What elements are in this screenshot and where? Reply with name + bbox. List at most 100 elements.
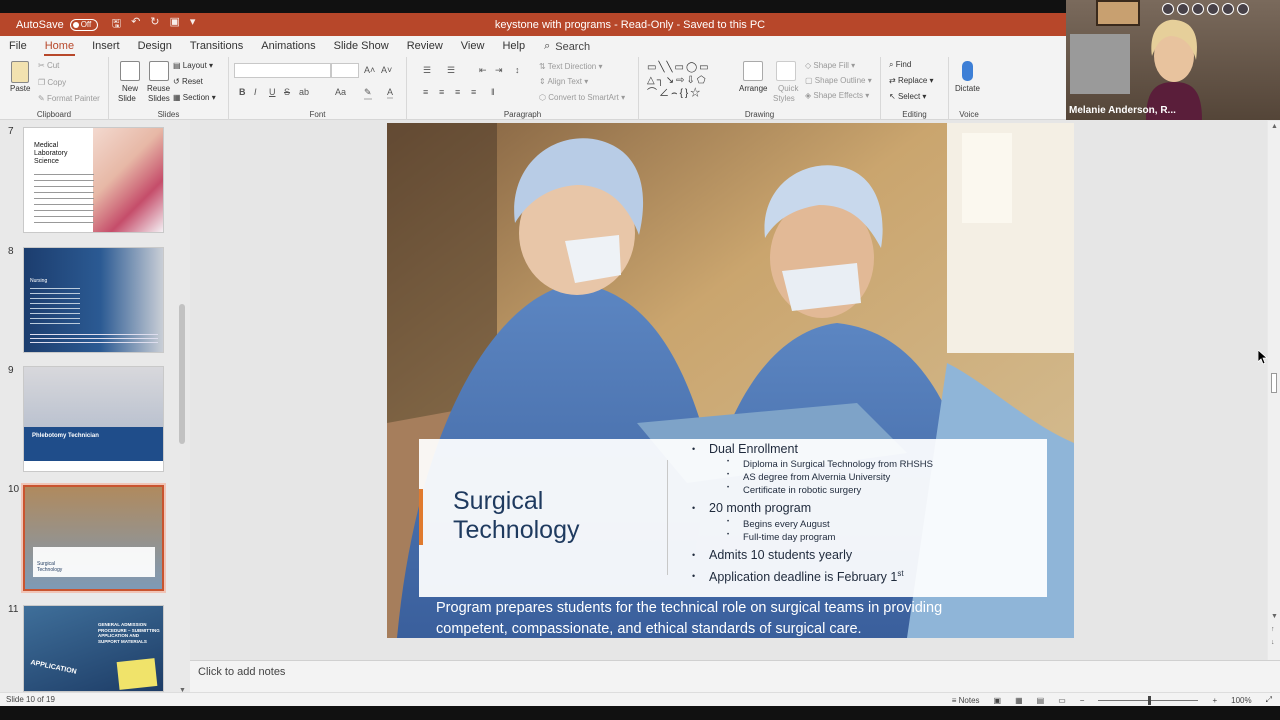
text-direction-button[interactable]: ⇅ Text Direction ▾ [539, 62, 603, 71]
shape-fill-button[interactable]: ◇ Shape Fill ▾ [805, 61, 855, 70]
increase-indent-icon[interactable]: ⇥ [495, 65, 503, 76]
underline-icon[interactable]: U [269, 87, 276, 97]
decrease-indent-icon[interactable]: ⇤ [479, 65, 487, 76]
align-text-button[interactable]: ⇕ Align Text ▾ [539, 77, 588, 86]
thumbnail-scroll-thumb[interactable] [179, 304, 185, 444]
convert-smartart-button[interactable]: ⬡ Convert to SmartArt ▾ [539, 93, 625, 102]
slide-thumbnail-7[interactable]: Medical Laboratory Science [23, 127, 164, 233]
align-center-icon[interactable]: ≡ [439, 87, 444, 97]
tab-view[interactable]: View [452, 36, 494, 57]
justify-icon[interactable]: ≡ [471, 87, 476, 97]
reading-view-icon[interactable]: ▤ [1037, 696, 1045, 705]
slide-thumbnail-9[interactable]: Phlebotomy Technician [23, 366, 164, 472]
notes-toggle[interactable]: ≡ Notes [952, 696, 980, 705]
microphone-icon[interactable] [962, 61, 973, 81]
italic-icon[interactable]: I [254, 87, 257, 97]
normal-view-icon[interactable]: ▣ [994, 696, 1002, 705]
undo-icon[interactable]: ↶ [131, 15, 140, 34]
reuse-slides-label-2[interactable]: Slides [148, 94, 170, 103]
select-button[interactable]: ↖ Select ▾ [889, 92, 926, 101]
tab-animations[interactable]: Animations [252, 36, 324, 57]
change-case-icon[interactable]: Aa [335, 87, 346, 97]
zoom-level[interactable]: 100% [1231, 696, 1251, 705]
new-slide-icon[interactable] [120, 61, 140, 81]
shape-outline-button[interactable]: ▢ Shape Outline ▾ [805, 76, 872, 85]
bold-icon[interactable]: B [239, 87, 246, 97]
video-control-icon-1[interactable] [1162, 3, 1174, 15]
video-control-icon-4[interactable] [1207, 3, 1219, 15]
zoom-out-icon[interactable]: − [1080, 696, 1085, 705]
paste-button[interactable]: Paste [10, 84, 30, 93]
cut-button[interactable]: ✂ Cut [38, 61, 59, 70]
align-left-icon[interactable]: ≡ [423, 87, 428, 97]
section-button[interactable]: ▦ Section ▾ [173, 93, 216, 102]
font-name-field[interactable] [234, 63, 331, 78]
font-color-icon[interactable]: A [387, 87, 394, 99]
slide-scrollbar[interactable]: ▲ ▼ ↑ ↓ [1268, 121, 1280, 660]
previous-slide-icon[interactable]: ↑ [1271, 626, 1275, 633]
increase-font-icon[interactable]: A˄ [364, 65, 375, 75]
arrange-button[interactable]: Arrange [739, 84, 767, 93]
video-control-icon-3[interactable] [1192, 3, 1204, 15]
dictate-button[interactable]: Dictate [955, 84, 980, 93]
shape-effects-button[interactable]: ◈ Shape Effects ▾ [805, 91, 869, 100]
font-size-field[interactable] [331, 63, 359, 78]
shapes-gallery[interactable]: ▭╲╲▭◯▭ △┐↘⇨⇩⬠ ⌒∠⌢{}☆ [647, 61, 735, 101]
customize-qat-icon[interactable]: ▾ [190, 15, 196, 34]
highlight-icon[interactable]: ✎ [364, 87, 372, 100]
reset-button[interactable]: ↺ Reset [173, 77, 203, 86]
tab-help[interactable]: Help [493, 36, 534, 57]
notes-placeholder[interactable]: Click to add notes [198, 666, 285, 678]
zoom-in-icon[interactable]: + [1212, 696, 1217, 705]
slide-thumbnail-8[interactable]: Nursing [23, 247, 164, 353]
tab-transitions[interactable]: Transitions [181, 36, 252, 57]
columns-icon[interactable]: ‖ [491, 87, 495, 97]
layout-button[interactable]: ▤ Layout ▾ [173, 61, 213, 70]
numbering-icon[interactable]: ☰ [447, 65, 455, 76]
slideshow-icon[interactable]: ▭ [1058, 696, 1066, 705]
video-control-icon-2[interactable] [1177, 3, 1189, 15]
quick-styles-label-2[interactable]: Styles [773, 94, 795, 103]
copy-button[interactable]: ❐ Copy [38, 78, 66, 87]
thumbnail-scrollbar[interactable]: ▼ [178, 124, 187, 694]
redo-icon[interactable]: ↻ [150, 15, 159, 34]
align-right-icon[interactable]: ≡ [455, 87, 460, 97]
reuse-slides-label[interactable]: Reuse [147, 84, 170, 93]
slide-thumbnail-11[interactable]: GENERAL ADMISSION PROCEDURE – SUBMITTING… [23, 605, 164, 692]
paste-icon[interactable] [11, 61, 29, 83]
replace-button[interactable]: ⇄ Replace ▾ [889, 76, 934, 85]
slide-description[interactable]: Program prepares students for the techni… [436, 598, 1036, 638]
scroll-up-icon[interactable]: ▲ [1271, 123, 1278, 130]
tab-insert[interactable]: Insert [83, 36, 129, 57]
quick-styles-icon[interactable] [776, 61, 796, 81]
autosave-toggle[interactable]: Off [69, 18, 98, 31]
reuse-slides-icon[interactable] [149, 61, 169, 81]
strikethrough-icon[interactable]: S [284, 87, 290, 97]
save-icon[interactable]: 🖫 [112, 15, 121, 34]
scroll-down-icon[interactable]: ▼ [1271, 613, 1278, 620]
quick-styles-label[interactable]: Quick [778, 84, 798, 93]
notes-pane[interactable]: Click to add notes [190, 660, 1280, 692]
tab-home[interactable]: Home [36, 36, 83, 57]
bullets-icon[interactable]: ☰ [423, 65, 431, 76]
current-slide[interactable]: Surgical Technology • Dual Enrollment • … [387, 123, 1074, 638]
tab-review[interactable]: Review [398, 36, 452, 57]
slide-sorter-icon[interactable]: ▦ [1015, 696, 1023, 705]
find-button[interactable]: ⌕ Find [889, 60, 911, 70]
tab-design[interactable]: Design [129, 36, 181, 57]
present-icon[interactable]: ▣ [170, 15, 180, 34]
video-control-icon-5[interactable] [1222, 3, 1234, 15]
tab-slide-show[interactable]: Slide Show [325, 36, 398, 57]
format-painter-button[interactable]: ✎ Format Painter [38, 94, 100, 103]
slide-title[interactable]: Surgical Technology [453, 487, 579, 545]
line-spacing-icon[interactable]: ↕ [515, 65, 520, 75]
tab-file[interactable]: File [0, 36, 36, 57]
character-spacing-icon[interactable]: ab [299, 87, 309, 97]
video-control-icon-6[interactable] [1237, 3, 1249, 15]
slide-scroll-thumb[interactable] [1271, 373, 1277, 393]
arrange-icon[interactable] [743, 61, 763, 81]
search-box[interactable]: ⌕ Search [544, 40, 590, 53]
new-slide-label[interactable]: New [122, 84, 138, 93]
decrease-font-icon[interactable]: A˅ [381, 65, 392, 75]
next-slide-icon[interactable]: ↓ [1271, 639, 1275, 646]
